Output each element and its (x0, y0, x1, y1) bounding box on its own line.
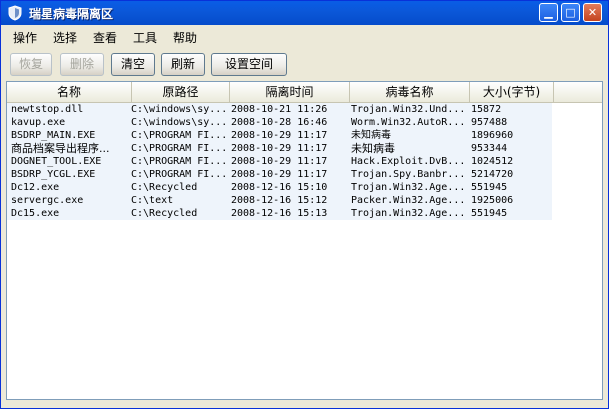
maximize-button[interactable]: □ (561, 3, 580, 22)
cell-virus: Trojan.Win32.Age... (351, 182, 466, 193)
shield-icon (8, 5, 22, 21)
cell-size: 551945 (471, 182, 508, 193)
cell-time: 2008-10-29 11:17 (231, 156, 328, 167)
cell-size: 1925006 (471, 195, 514, 206)
menu-help[interactable]: 帮助 (173, 29, 197, 46)
cell-virus: 未知病毒 (351, 130, 391, 141)
cell-name: servergc.exe (11, 195, 84, 206)
cell-name: newtstop.dll (11, 104, 84, 115)
cell-name: 商品档案导出程序... (11, 142, 110, 155)
cell-virus: Worm.Win32.AutoR... (351, 117, 466, 128)
table-row[interactable]: Dc15.exe C:\Recycled 2008-12-16 15:13 Tr… (7, 207, 552, 220)
column-header-size[interactable]: 大小(字节) (470, 82, 554, 102)
column-header-virus[interactable]: 病毒名称 (350, 82, 470, 102)
cell-name: DOGNET_TOOL.EXE (11, 156, 102, 167)
cell-time: 2008-10-29 11:17 (231, 169, 328, 180)
cell-path: C:\PROGRAM FI... (131, 156, 228, 167)
maximize-icon: □ (565, 6, 576, 19)
minimize-button[interactable]: ▁ (539, 3, 558, 22)
table-row[interactable]: kavup.exe C:\windows\sy... 2008-10-28 16… (7, 116, 552, 129)
close-button[interactable]: ✕ (583, 3, 602, 22)
cell-name: BSDRP_YCGL.EXE (11, 169, 96, 180)
cell-name: BSDRP_MAIN.EXE (11, 130, 96, 141)
column-header-time[interactable]: 隔离时间 (230, 82, 350, 102)
cell-size: 551945 (471, 208, 508, 219)
table-row[interactable]: BSDRP_MAIN.EXE C:\PROGRAM FI... 2008-10-… (7, 129, 552, 142)
cell-name: Dc12.exe (11, 182, 60, 193)
cell-size: 957488 (471, 117, 508, 128)
table-row[interactable]: 商品档案导出程序... C:\PROGRAM FI... 2008-10-29 … (7, 142, 552, 155)
menu-view[interactable]: 查看 (93, 29, 117, 46)
menu-tools[interactable]: 工具 (133, 29, 157, 46)
menu-select[interactable]: 选择 (53, 29, 77, 46)
column-header-filler (554, 82, 602, 102)
cell-virus: 未知病毒 (351, 142, 395, 155)
cell-time: 2008-10-29 11:17 (231, 143, 328, 154)
cell-virus: Packer.Win32.Age... (351, 195, 466, 206)
cell-size: 15872 (471, 104, 502, 115)
cell-size: 1896960 (471, 130, 514, 141)
menu-operate[interactable]: 操作 (13, 29, 37, 46)
quarantine-window: 瑞星病毒隔离区 ▁ □ ✕ 操作 选择 查看 工具 帮助 恢复 删除 清空 刷新… (0, 0, 609, 409)
status-bar (1, 400, 608, 408)
cell-path: C:\text (131, 195, 174, 206)
cell-time: 2008-12-16 15:13 (231, 208, 328, 219)
cell-virus: Trojan.Win32.Und... (351, 104, 466, 115)
table-row[interactable]: newtstop.dll C:\windows\sy... 2008-10-21… (7, 103, 552, 116)
cell-path: C:\PROGRAM FI... (131, 143, 228, 154)
table-row[interactable]: BSDRP_YCGL.EXE C:\PROGRAM FI... 2008-10-… (7, 168, 552, 181)
cell-size: 5214720 (471, 169, 514, 180)
minimize-icon: ▁ (544, 6, 553, 19)
delete-button[interactable]: 删除 (60, 53, 104, 76)
cell-virus: Hack.Exploit.DvB... (351, 156, 466, 167)
cell-path: C:\PROGRAM FI... (131, 169, 228, 180)
set-space-button[interactable]: 设置空间 (211, 53, 287, 76)
table-row[interactable]: Dc12.exe C:\Recycled 2008-12-16 15:10 Tr… (7, 181, 552, 194)
cell-virus: Trojan.Win32.Age... (351, 208, 466, 219)
cell-name: kavup.exe (11, 117, 66, 128)
window-title: 瑞星病毒隔离区 (29, 7, 114, 21)
cell-time: 2008-10-29 11:17 (231, 130, 328, 141)
cell-virus: Trojan.Spy.Banbr... (351, 169, 466, 180)
column-header-name[interactable]: 名称 (7, 82, 132, 102)
list-header: 名称 原路径 隔离时间 病毒名称 大小(字节) (7, 82, 602, 103)
cell-time: 2008-10-28 16:46 (231, 117, 328, 128)
cell-time: 2008-12-16 15:12 (231, 195, 328, 206)
cell-path: C:\PROGRAM FI... (131, 130, 228, 141)
cell-path: C:\Recycled (131, 182, 198, 193)
quarantine-list[interactable]: 名称 原路径 隔离时间 病毒名称 大小(字节) newtstop.dll C:\… (6, 81, 603, 400)
table-row[interactable]: DOGNET_TOOL.EXE C:\PROGRAM FI... 2008-10… (7, 155, 552, 168)
clear-button[interactable]: 清空 (111, 53, 155, 76)
cell-name: Dc15.exe (11, 208, 60, 219)
cell-time: 2008-12-16 15:10 (231, 182, 328, 193)
cell-size: 953344 (471, 143, 508, 154)
cell-path: C:\windows\sy... (131, 117, 228, 128)
cell-path: C:\windows\sy... (131, 104, 228, 115)
close-icon: ✕ (587, 6, 598, 19)
cell-size: 1024512 (471, 156, 514, 167)
cell-path: C:\Recycled (131, 208, 198, 219)
menu-bar: 操作 选择 查看 工具 帮助 (1, 25, 608, 47)
table-row[interactable]: servergc.exe C:\text 2008-12-16 15:12 Pa… (7, 194, 552, 207)
refresh-button[interactable]: 刷新 (161, 53, 205, 76)
restore-button[interactable]: 恢复 (10, 53, 52, 76)
cell-time: 2008-10-21 11:26 (231, 104, 328, 115)
title-bar[interactable]: 瑞星病毒隔离区 ▁ □ ✕ (1, 1, 608, 25)
column-header-path[interactable]: 原路径 (132, 82, 230, 102)
toolbar: 恢复 删除 清空 刷新 设置空间 (1, 49, 608, 79)
